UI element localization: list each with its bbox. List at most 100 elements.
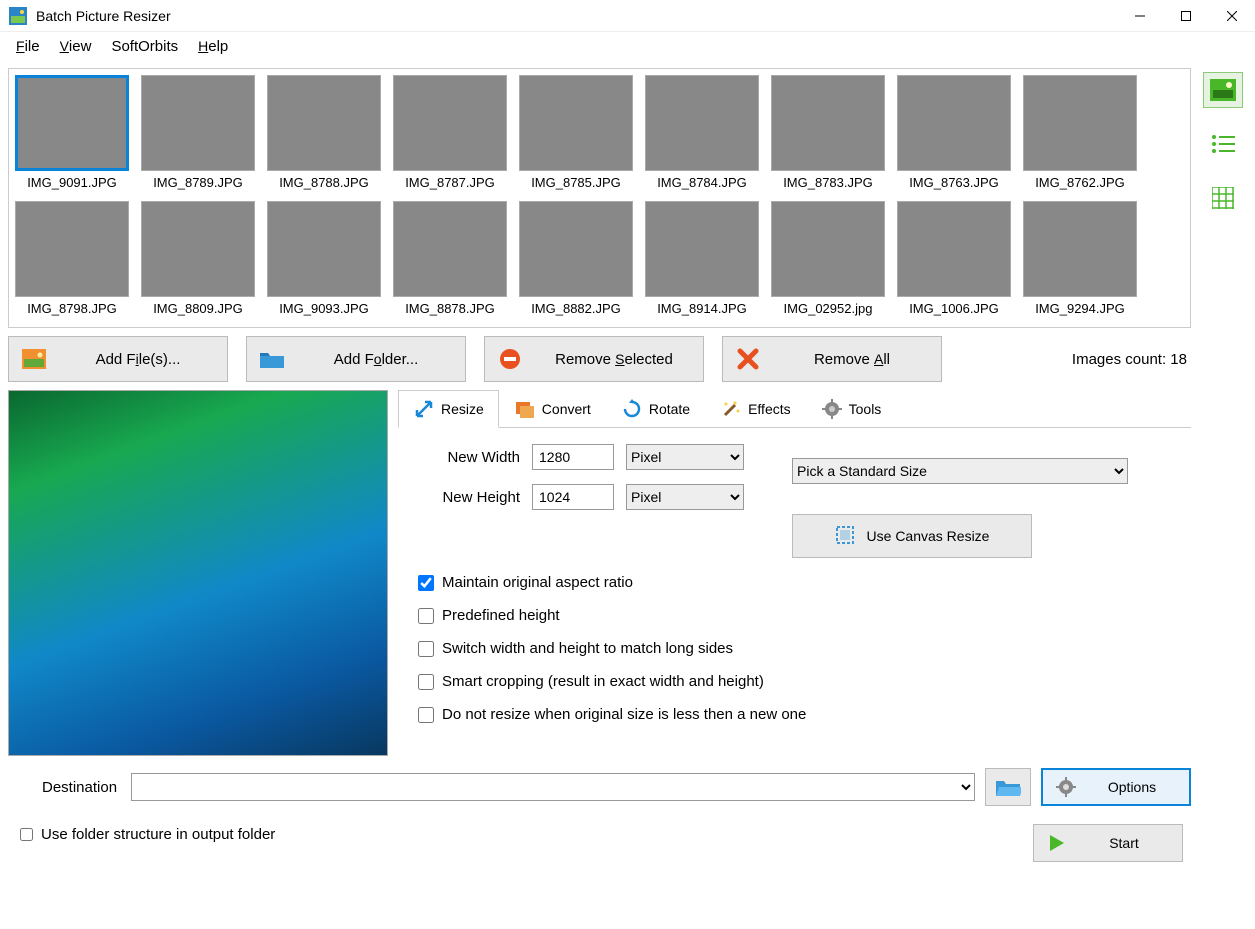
new-width-input[interactable]: [532, 444, 614, 470]
menu-help[interactable]: Help: [190, 34, 236, 59]
thumbnail-label: IMG_8798.JPG: [15, 301, 129, 316]
tab-rotate-label: Rotate: [649, 401, 690, 417]
list-view-button[interactable]: [1203, 126, 1243, 162]
thumbnail-item[interactable]: IMG_1006.JPG: [897, 201, 1011, 321]
canvas-icon: [835, 525, 855, 548]
thumbnail-item[interactable]: IMG_9093.JPG: [267, 201, 381, 321]
thumbnail-label: IMG_8785.JPG: [519, 175, 633, 190]
thumbnail-item[interactable]: IMG_8878.JPG: [393, 201, 507, 321]
thumbnail-item[interactable]: IMG_8798.JPG: [15, 201, 129, 321]
thumbnail-item[interactable]: IMG_8762.JPG: [1023, 75, 1137, 195]
thumbnail-image: [771, 201, 885, 297]
thumbnail-item[interactable]: IMG_8809.JPG: [141, 201, 255, 321]
thumbnail-view-button[interactable]: [1203, 72, 1243, 108]
grid-view-button[interactable]: [1203, 180, 1243, 216]
thumbnail-label: IMG_8809.JPG: [141, 301, 255, 316]
maintain-aspect-checkbox[interactable]: [418, 575, 434, 591]
thumbnail-label: IMG_8878.JPG: [393, 301, 507, 316]
list-view-icon: [1211, 134, 1235, 154]
add-folder-label: Add Folder...: [299, 351, 453, 368]
remove-all-button[interactable]: Remove All: [722, 336, 942, 382]
thumbnail-image: [267, 201, 381, 297]
thumbnail-item[interactable]: IMG_8784.JPG: [645, 75, 759, 195]
thumbnail-image: [897, 201, 1011, 297]
remove-selected-label: Remove Selected: [537, 351, 691, 368]
start-label: Start: [1078, 835, 1170, 851]
thumbnail-label: IMG_9091.JPG: [15, 175, 129, 190]
add-files-button[interactable]: Add File(s)...: [8, 336, 228, 382]
thumbnail-item[interactable]: IMG_8914.JPG: [645, 201, 759, 321]
tab-effects[interactable]: Effects: [705, 390, 806, 427]
start-button[interactable]: Start: [1033, 824, 1183, 862]
convert-icon: [514, 398, 536, 420]
thumbnail-label: IMG_8789.JPG: [141, 175, 255, 190]
thumbnail-image: [141, 201, 255, 297]
canvas-resize-button[interactable]: Use Canvas Resize: [792, 514, 1032, 558]
new-height-label: New Height: [410, 489, 520, 506]
thumbnail-item[interactable]: IMG_9091.JPG: [15, 75, 129, 195]
preview-image: [8, 390, 388, 756]
tab-tools-label: Tools: [849, 401, 882, 417]
thumbnail-item[interactable]: IMG_8789.JPG: [141, 75, 255, 195]
thumbnail-label: IMG_8914.JPG: [645, 301, 759, 316]
thumbnail-item[interactable]: IMG_8785.JPG: [519, 75, 633, 195]
thumbnail-label: IMG_1006.JPG: [897, 301, 1011, 316]
thumbnail-item[interactable]: IMG_8763.JPG: [897, 75, 1011, 195]
thumbnail-image: [1023, 75, 1137, 171]
image-icon: [21, 346, 47, 372]
predefined-height-checkbox[interactable]: [418, 608, 434, 624]
tab-strip: Resize Convert Rotate Effects: [398, 390, 1191, 428]
destination-select[interactable]: [131, 773, 975, 801]
minimize-button[interactable]: [1117, 0, 1163, 32]
use-folder-structure-checkbox[interactable]: [20, 828, 33, 841]
thumbnail-label: IMG_8787.JPG: [393, 175, 507, 190]
thumbnail-item[interactable]: IMG_8783.JPG: [771, 75, 885, 195]
gear-icon: [1055, 776, 1077, 798]
width-unit-select[interactable]: Pixel: [626, 444, 744, 470]
images-count: Images count: 18: [1072, 351, 1191, 368]
tab-resize[interactable]: Resize: [398, 390, 499, 428]
new-width-label: New Width: [410, 449, 520, 466]
height-unit-select[interactable]: Pixel: [626, 484, 744, 510]
menubar: File View SoftOrbits Help: [0, 32, 1255, 60]
switch-sides-label: Switch width and height to match long si…: [442, 640, 733, 657]
options-button[interactable]: Options: [1041, 768, 1191, 806]
thumbnail-item[interactable]: IMG_02952.jpg: [771, 201, 885, 321]
new-height-input[interactable]: [532, 484, 614, 510]
destination-label: Destination: [8, 779, 121, 796]
maximize-button[interactable]: [1163, 0, 1209, 32]
thumbnail-image: [267, 75, 381, 171]
effects-icon: [720, 398, 742, 420]
no-resize-checkbox[interactable]: [418, 707, 434, 723]
thumbnail-item[interactable]: IMG_8882.JPG: [519, 201, 633, 321]
smart-crop-checkbox[interactable]: [418, 674, 434, 690]
menu-softorbits[interactable]: SoftOrbits: [103, 34, 186, 59]
menu-file[interactable]: File: [8, 34, 48, 59]
options-label: Options: [1087, 779, 1177, 795]
close-button[interactable]: [1209, 0, 1255, 32]
thumbnail-item[interactable]: IMG_8787.JPG: [393, 75, 507, 195]
thumbnail-image: [519, 75, 633, 171]
switch-sides-checkbox[interactable]: [418, 641, 434, 657]
thumbnail-image: [519, 201, 633, 297]
tab-rotate[interactable]: Rotate: [606, 390, 705, 427]
add-folder-button[interactable]: Add Folder...: [246, 336, 466, 382]
bottom-bar: Destination Options: [8, 764, 1191, 810]
resize-icon: [413, 398, 435, 420]
thumbnail-image: [393, 201, 507, 297]
thumbnail-view-icon: [1210, 79, 1236, 101]
tab-tools[interactable]: Tools: [806, 390, 897, 427]
menu-view[interactable]: View: [52, 34, 100, 59]
browse-destination-button[interactable]: [985, 768, 1031, 806]
smart-crop-label: Smart cropping (result in exact width an…: [442, 673, 764, 690]
remove-selected-button[interactable]: Remove Selected: [484, 336, 704, 382]
add-files-label: Add File(s)...: [61, 351, 215, 368]
thumbnail-item[interactable]: IMG_8788.JPG: [267, 75, 381, 195]
thumbnail-image: [393, 75, 507, 171]
rotate-icon: [621, 398, 643, 420]
thumbnail-image: [15, 75, 129, 171]
thumbnail-item[interactable]: IMG_9294.JPG: [1023, 201, 1137, 321]
standard-size-select[interactable]: Pick a Standard Size: [792, 458, 1128, 484]
tab-convert[interactable]: Convert: [499, 390, 606, 427]
remove-all-label: Remove All: [775, 351, 929, 368]
